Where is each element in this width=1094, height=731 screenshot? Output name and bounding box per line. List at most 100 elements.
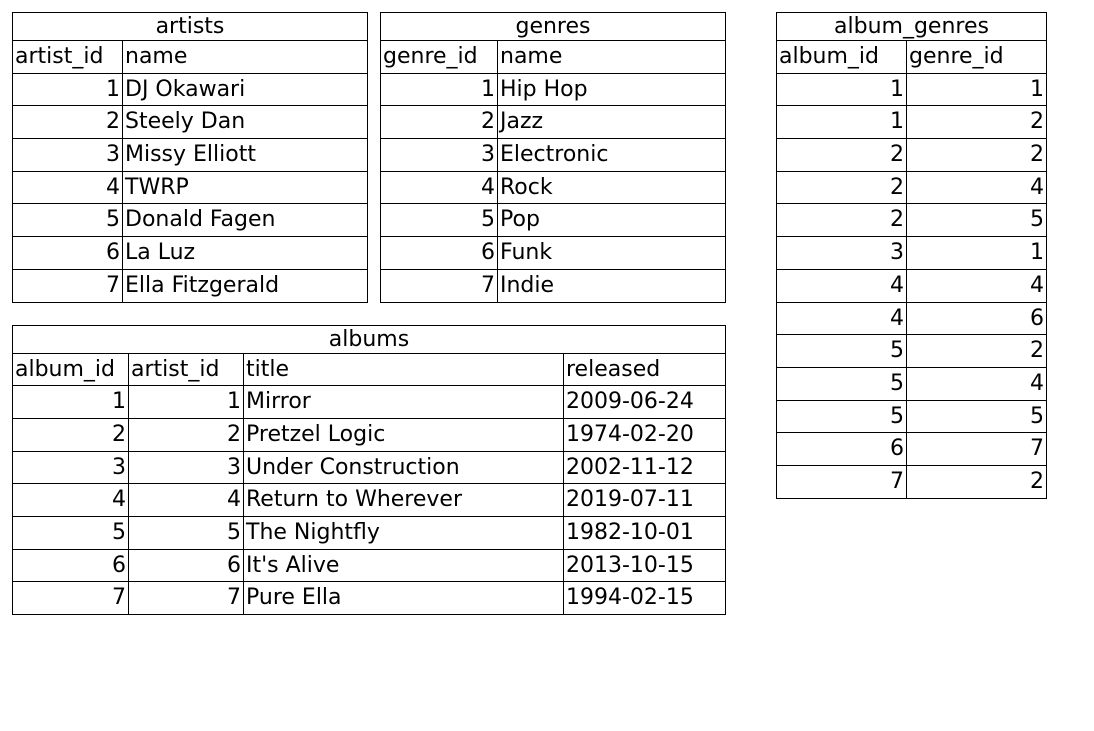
table-cell: 2 <box>381 106 498 139</box>
table-cell: Rock <box>498 171 726 204</box>
table-cell: 2 <box>907 139 1047 172</box>
table-cell: 7 <box>381 269 498 302</box>
column-header: name <box>498 41 726 74</box>
table-row: 7Indie <box>381 269 726 302</box>
table-row: 5Donald Fagen <box>13 204 368 237</box>
album-genres-body: 11122224253144465254556772 <box>777 73 1047 498</box>
table-cell: 6 <box>777 433 907 466</box>
table-cell: The Nightfly <box>244 516 564 549</box>
column-header: genre_id <box>907 41 1047 74</box>
table-cell: 2 <box>777 139 907 172</box>
table-row: 11Mirror2009-06-24 <box>13 386 726 419</box>
table-cell: 4 <box>907 269 1047 302</box>
table-cell: 7 <box>907 433 1047 466</box>
table-cell: 6 <box>13 237 123 270</box>
table-cell: 4 <box>129 484 244 517</box>
table-cell: 7 <box>777 465 907 498</box>
albums-body: 11Mirror2009-06-2422Pretzel Logic1974-02… <box>13 386 726 615</box>
table-cell: 7 <box>13 269 123 302</box>
table-cell: Missy Elliott <box>123 139 368 172</box>
table-cell: 4 <box>907 367 1047 400</box>
column-header: title <box>244 353 564 386</box>
table-cell: 2 <box>13 418 129 451</box>
table-row: 7Ella Fitzgerald <box>13 269 368 302</box>
genres-title: genres <box>380 12 726 40</box>
table-cell: 2009-06-24 <box>564 386 726 419</box>
table-cell: 1982-10-01 <box>564 516 726 549</box>
column-header: artist_id <box>13 41 123 74</box>
column-header: album_id <box>13 353 129 386</box>
genres-header: genre_idname <box>381 41 726 74</box>
table-cell: 5 <box>381 204 498 237</box>
artists-table: artists artist_idname 1DJ Okawari2Steely… <box>12 12 368 303</box>
table-cell: 2 <box>777 171 907 204</box>
table-cell: Mirror <box>244 386 564 419</box>
column-header: name <box>123 41 368 74</box>
table-cell: 5 <box>777 335 907 368</box>
table-row: 46 <box>777 302 1047 335</box>
table-cell: 1 <box>907 73 1047 106</box>
table-cell: 2 <box>907 335 1047 368</box>
table-cell: 4 <box>13 484 129 517</box>
column-header: released <box>564 353 726 386</box>
table-cell: 1974-02-20 <box>564 418 726 451</box>
table-cell: 6 <box>381 237 498 270</box>
table-cell: 2002-11-12 <box>564 451 726 484</box>
table-row: 4TWRP <box>13 171 368 204</box>
table-cell: Funk <box>498 237 726 270</box>
table-row: 1DJ Okawari <box>13 73 368 106</box>
table-cell: Pop <box>498 204 726 237</box>
table-cell: 4 <box>907 171 1047 204</box>
table-row: 3Missy Elliott <box>13 139 368 172</box>
albums-table: albums album_idartist_idtitlereleased 11… <box>12 325 726 616</box>
table-row: 6La Luz <box>13 237 368 270</box>
table-cell: 5 <box>907 204 1047 237</box>
albums-header: album_idartist_idtitlereleased <box>13 353 726 386</box>
album-genres-table: album_genres album_idgenre_id 1112222425… <box>776 12 1047 499</box>
table-cell: 1 <box>13 73 123 106</box>
artists-title: artists <box>12 12 368 40</box>
table-cell: 4 <box>381 171 498 204</box>
genres-table: genres genre_idname 1Hip Hop2Jazz3Electr… <box>380 12 726 303</box>
table-cell: 1 <box>777 106 907 139</box>
table-cell: 4 <box>777 269 907 302</box>
table-cell: 6 <box>13 549 129 582</box>
table-row: 66It's Alive2013-10-15 <box>13 549 726 582</box>
table-row: 2Jazz <box>381 106 726 139</box>
table-cell: 5 <box>129 516 244 549</box>
table-row: 44Return to Wherever2019-07-11 <box>13 484 726 517</box>
table-row: 55 <box>777 400 1047 433</box>
table-cell: 5 <box>13 516 129 549</box>
table-row: 4Rock <box>381 171 726 204</box>
table-row: 77Pure Ella1994-02-15 <box>13 582 726 615</box>
column-header: artist_id <box>129 353 244 386</box>
table-cell: 4 <box>777 302 907 335</box>
table-row: 12 <box>777 106 1047 139</box>
artists-body: 1DJ Okawari2Steely Dan3Missy Elliott4TWR… <box>13 73 368 302</box>
table-cell: TWRP <box>123 171 368 204</box>
table-cell: DJ Okawari <box>123 73 368 106</box>
table-row: 25 <box>777 204 1047 237</box>
table-cell: It's Alive <box>244 549 564 582</box>
table-cell: 5 <box>13 204 123 237</box>
table-cell: Hip Hop <box>498 73 726 106</box>
table-cell: 7 <box>13 582 129 615</box>
table-cell: 4 <box>13 171 123 204</box>
table-cell: La Luz <box>123 237 368 270</box>
albums-title: albums <box>12 325 726 353</box>
table-cell: Ella Fitzgerald <box>123 269 368 302</box>
table-cell: 3 <box>381 139 498 172</box>
table-cell: Pure Ella <box>244 582 564 615</box>
table-row: 1Hip Hop <box>381 73 726 106</box>
column-header: album_id <box>777 41 907 74</box>
table-cell: 1994-02-15 <box>564 582 726 615</box>
table-cell: 2 <box>777 204 907 237</box>
table-cell: 1 <box>381 73 498 106</box>
table-row: 24 <box>777 171 1047 204</box>
table-cell: 1 <box>777 73 907 106</box>
table-row: 52 <box>777 335 1047 368</box>
table-cell: 1 <box>907 237 1047 270</box>
table-cell: 5 <box>777 367 907 400</box>
table-cell: 7 <box>129 582 244 615</box>
album-genres-title: album_genres <box>776 12 1047 40</box>
